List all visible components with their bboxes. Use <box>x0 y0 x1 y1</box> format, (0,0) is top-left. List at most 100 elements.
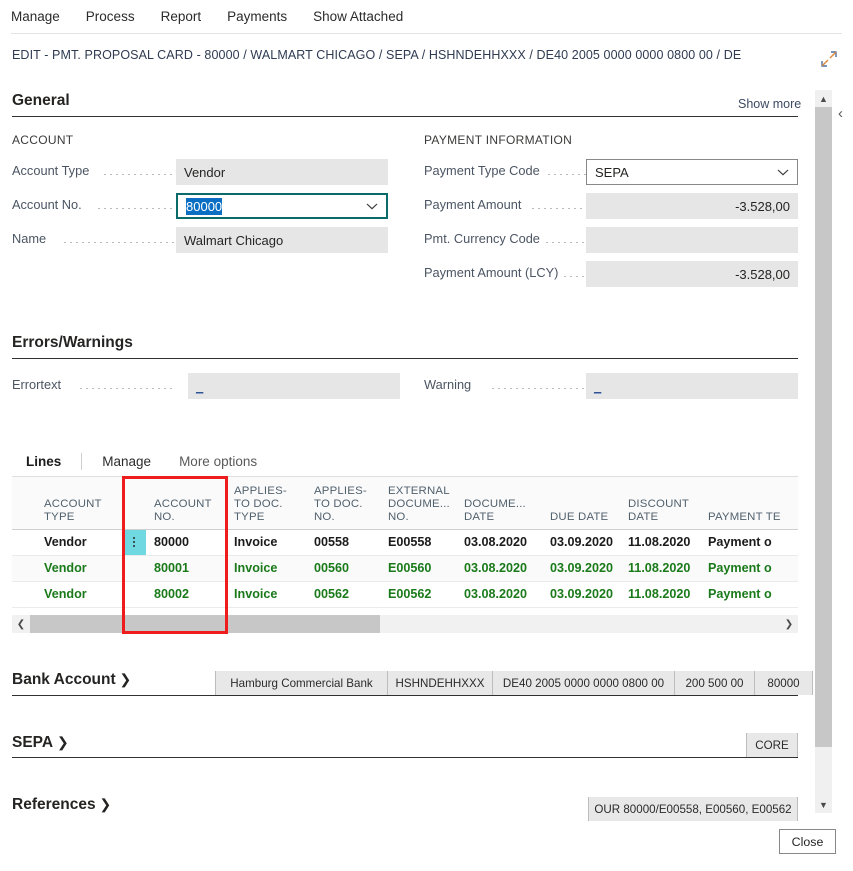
cell-discount-date[interactable]: 11.08.2020 <box>620 581 700 607</box>
section-title-sepa[interactable]: SEPA ❯ <box>12 734 69 752</box>
field-value-payment-amount: -3.528,00 <box>586 193 798 219</box>
payment-type-code-select[interactable]: SEPA <box>586 159 798 185</box>
cell-payment-terms[interactable]: Payment o <box>700 581 798 607</box>
cell-applies-to-doc-no[interactable]: 00558 <box>306 529 380 555</box>
errortext-value-box[interactable]: _ <box>188 373 400 399</box>
chevron-down-icon[interactable] <box>366 199 378 214</box>
scroll-left-arrow-icon[interactable]: ❮ <box>12 615 30 633</box>
ribbon-item-report[interactable]: Report <box>161 5 216 28</box>
cell-due-date[interactable]: 03.09.2020 <box>542 555 620 581</box>
row-menu-dots-icon[interactable] <box>122 529 146 555</box>
warning-value-box[interactable]: _ <box>586 373 798 399</box>
table-header-row: ACCOUNT TYPE ACCOUNT NO. APPLIES-TO DOC.… <box>12 477 798 529</box>
cell-external-document-no[interactable]: E00560 <box>380 555 456 581</box>
chip-swift-code: HSHNDEHHXXX <box>387 671 492 695</box>
field-warning: Warning _ <box>424 373 798 399</box>
section-expand-chevron-icon[interactable]: ❯ <box>53 734 69 750</box>
cell-due-date[interactable]: 03.09.2020 <box>542 529 620 555</box>
section-title-references[interactable]: References ❯ <box>12 796 111 814</box>
hscroll-thumb[interactable] <box>30 615 380 633</box>
table-row[interactable]: Vendor 80000 Invoice 00558 E00558 03.08.… <box>12 529 798 555</box>
cell-document-date[interactable]: 03.08.2020 <box>456 555 542 581</box>
group-caption-account: ACCOUNT <box>12 133 73 147</box>
section-expand-chevron-icon[interactable]: ❯ <box>116 671 132 687</box>
ribbon-item-manage[interactable]: Manage <box>11 5 74 28</box>
cell-account-no[interactable]: 80001 <box>146 555 226 581</box>
ribbon-item-process[interactable]: Process <box>86 5 149 28</box>
col-header-discount-date[interactable]: DISCOUNT DATE <box>620 477 700 529</box>
cell-account-no[interactable]: 80002 <box>146 581 226 607</box>
cell-applies-to-doc-type[interactable]: Invoice <box>226 529 306 555</box>
expand-icon[interactable] <box>818 48 840 70</box>
section-title-bank-account[interactable]: Bank Account ❯ <box>12 671 131 689</box>
table-row[interactable]: Vendor 80001 Invoice 00560 E00560 03.08.… <box>12 555 798 581</box>
errortext-link[interactable]: _ <box>196 379 203 394</box>
cell-account-type[interactable]: Vendor <box>36 581 122 607</box>
field-leader-dots <box>548 174 586 175</box>
chip-sepa-scheme: CORE <box>746 733 798 757</box>
field-leader-dots <box>98 208 176 209</box>
table-row[interactable]: Vendor 80002 Invoice 00562 E00562 03.08.… <box>12 581 798 607</box>
cell-applies-to-doc-type[interactable]: Invoice <box>226 555 306 581</box>
row-menu-placeholder <box>122 555 146 581</box>
account-no-selected-text: 80000 <box>186 198 222 215</box>
lines-horizontal-scrollbar[interactable]: ❮ ❯ <box>12 615 798 633</box>
cell-external-document-no[interactable]: E00562 <box>380 581 456 607</box>
field-leader-dots <box>80 388 176 389</box>
col-header-due-date[interactable]: DUE DATE <box>542 477 620 529</box>
cell-due-date[interactable]: 03.09.2020 <box>542 581 620 607</box>
cell-applies-to-doc-type[interactable]: Invoice <box>226 581 306 607</box>
scroll-up-arrow-icon[interactable]: ▲ <box>815 90 832 107</box>
cell-payment-terms[interactable]: Payment o <box>700 555 798 581</box>
tab-manage[interactable]: Manage <box>88 454 165 469</box>
scrollbar-thumb[interactable] <box>815 107 832 747</box>
close-button[interactable]: Close <box>779 829 836 854</box>
col-header-external-document-no[interactable]: EXTERNAL DOCUME... NO. <box>380 477 456 529</box>
cell-payment-terms[interactable]: Payment o <box>700 529 798 555</box>
row-menu-dots-glyph <box>133 537 135 547</box>
col-header-account-no[interactable]: ACCOUNT NO. <box>146 477 226 529</box>
ribbon-item-show-attached[interactable]: Show Attached <box>313 5 417 28</box>
account-no-input[interactable]: 80000 <box>176 193 388 219</box>
col-header-applies-to-doc-no[interactable]: APPLIES-TO DOC. NO. <box>306 477 380 529</box>
cell-discount-date[interactable]: 11.08.2020 <box>620 555 700 581</box>
section-label-bank-account: Bank Account <box>12 671 116 688</box>
cell-account-type[interactable]: Vendor <box>36 555 122 581</box>
cell-applies-to-doc-no[interactable]: 00562 <box>306 581 380 607</box>
hscroll-track[interactable] <box>30 615 780 633</box>
col-header-document-date[interactable]: DOCUME... DATE <box>456 477 542 529</box>
cell-document-date[interactable]: 03.08.2020 <box>456 529 542 555</box>
field-label-name: Name <box>12 231 46 246</box>
lines-table: ACCOUNT TYPE ACCOUNT NO. APPLIES-TO DOC.… <box>12 477 798 608</box>
cell-applies-to-doc-no[interactable]: 00560 <box>306 555 380 581</box>
chevron-down-icon[interactable] <box>777 165 789 180</box>
sepa-chip-row: CORE <box>746 733 798 757</box>
scroll-right-arrow-icon[interactable]: ❯ <box>780 615 798 633</box>
cell-external-document-no[interactable]: E00558 <box>380 529 456 555</box>
cell-account-no[interactable]: 80000 <box>146 529 226 555</box>
field-value-account-type: Vendor <box>176 159 388 185</box>
cell-account-type[interactable]: Vendor <box>36 529 122 555</box>
chip-bank-name: Hamburg Commercial Bank <box>215 671 387 695</box>
page-vertical-scrollbar[interactable]: ▲ ▼ <box>815 90 832 813</box>
payment-type-code-value: SEPA <box>595 165 629 180</box>
tab-more-options[interactable]: More options <box>165 454 271 469</box>
col-header-applies-to-doc-type[interactable]: APPLIES-TO DOC. TYPE <box>226 477 306 529</box>
ribbon-item-payments[interactable]: Payments <box>227 5 301 28</box>
collapse-panel-chevron-icon[interactable]: ‹ <box>838 105 843 122</box>
top-ribbon: Manage Process Report Payments Show Atta… <box>0 0 853 33</box>
cell-discount-date[interactable]: 11.08.2020 <box>620 529 700 555</box>
section-expand-chevron-icon[interactable]: ❯ <box>96 796 112 812</box>
col-header-account-type[interactable]: ACCOUNT TYPE <box>36 477 122 529</box>
group-caption-payment-information: PAYMENT INFORMATION <box>424 133 572 147</box>
cell-document-date[interactable]: 03.08.2020 <box>456 581 542 607</box>
col-header-payment-terms[interactable]: PAYMENT TE <box>700 477 798 529</box>
ribbon-divider <box>11 33 842 34</box>
field-label-account-no: Account No. <box>12 197 82 212</box>
scroll-down-arrow-icon[interactable]: ▼ <box>815 796 832 813</box>
tab-lines[interactable]: Lines <box>12 454 75 469</box>
field-leader-dots <box>104 174 176 175</box>
row-menu-placeholder <box>122 581 146 607</box>
show-more-link[interactable]: Show more <box>738 97 801 111</box>
warning-link[interactable]: _ <box>594 379 601 394</box>
